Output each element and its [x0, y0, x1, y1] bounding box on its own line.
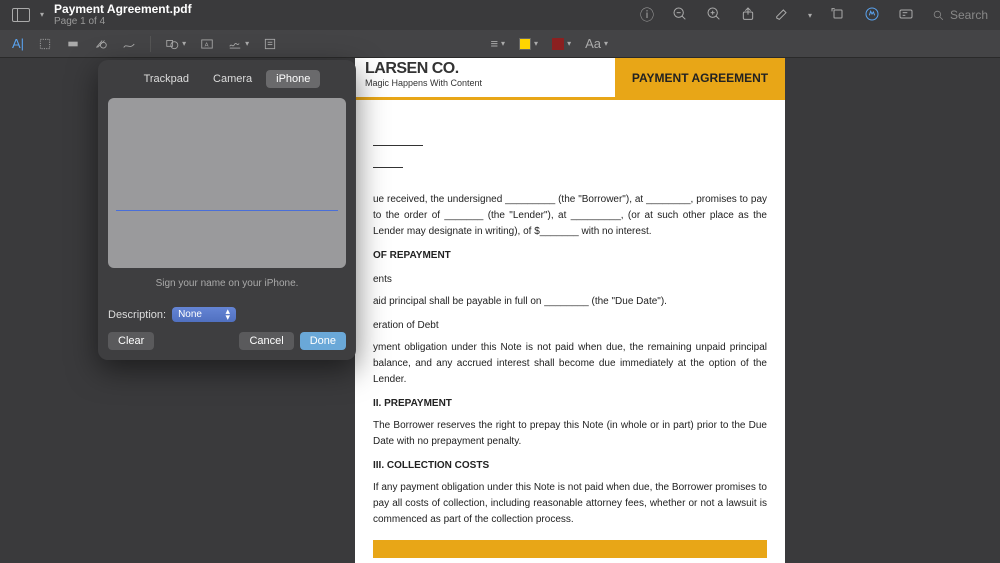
section-1-head: OF REPAYMENT	[373, 248, 767, 264]
clear-button[interactable]: Clear	[108, 332, 154, 350]
sidebar-toggle-icon[interactable]	[12, 8, 30, 22]
company-tagline: Magic Happens With Content	[365, 78, 605, 88]
section-2-text: The Borrower reserves the right to prepa…	[373, 418, 767, 450]
description-label: Description:	[108, 309, 166, 321]
section-3-text: If any payment obligation under this Not…	[373, 480, 767, 528]
sub-1b-text: yment obligation under this Note is not …	[373, 340, 767, 388]
text-box-tool-icon[interactable]: A	[200, 37, 214, 51]
chevron-down-icon[interactable]: ▾	[40, 10, 44, 19]
signature-panel: Trackpad Camera iPhone Sign your name on…	[98, 60, 356, 360]
text-tool-icon[interactable]: A|	[12, 36, 24, 51]
separator	[150, 36, 151, 52]
pdf-page: LARSEN CO. Magic Happens With Content PA…	[355, 58, 785, 563]
sketch-tool-icon[interactable]	[122, 37, 136, 51]
markup-toolbar: A| ▾ A ▾ ≡ ▾ ▾ ▾ Aa ▾	[0, 30, 1000, 58]
document-title: PAYMENT AGREEMENT	[615, 58, 785, 97]
signature-hint: Sign your name on your iPhone.	[106, 278, 348, 289]
line-style-icon[interactable]: ≡ ▾	[490, 36, 505, 51]
top-toolbar: ▾ Payment Agreement.pdf Page 1 of 4 ⓘ ▾	[0, 0, 1000, 30]
stroke-color-icon[interactable]: ▾	[519, 38, 538, 50]
redact-tool-icon[interactable]	[66, 37, 80, 51]
loupe-tool-icon[interactable]	[94, 37, 108, 51]
description-value: None	[178, 309, 202, 320]
intro-text: ue received, the undersigned _________ (…	[373, 192, 767, 240]
shapes-tool-icon[interactable]: ▾	[165, 37, 186, 51]
svg-text:A: A	[205, 42, 209, 48]
orange-divider	[373, 540, 767, 558]
cancel-button[interactable]: Cancel	[239, 332, 293, 350]
toolbar-right: ⓘ ▾ Search	[640, 5, 988, 25]
tab-trackpad[interactable]: Trackpad	[134, 70, 199, 88]
fill-color-icon[interactable]: ▾	[552, 38, 571, 50]
sub-1a: ents	[373, 272, 767, 288]
chevron-down-icon[interactable]: ▾	[808, 11, 812, 20]
description-select[interactable]: None ▴▾	[172, 307, 236, 322]
description-row: Description: None ▴▾	[106, 307, 348, 322]
page-indicator: Page 1 of 4	[54, 16, 192, 28]
section-2-head: II. PREPAYMENT	[373, 396, 767, 412]
file-title: Payment Agreement.pdf	[54, 2, 192, 16]
font-style-icon[interactable]: Aa ▾	[585, 36, 608, 51]
signature-baseline	[116, 210, 338, 211]
company-name: LARSEN CO.	[365, 60, 605, 78]
signature-tabs: Trackpad Camera iPhone	[106, 70, 348, 88]
select-arrows-icon: ▴▾	[226, 309, 231, 320]
done-button[interactable]: Done	[300, 332, 346, 350]
toolbar-left: ▾ Payment Agreement.pdf Page 1 of 4	[12, 2, 192, 28]
zoom-out-icon[interactable]	[672, 6, 688, 25]
select-tool-icon[interactable]	[38, 37, 52, 51]
file-info: Payment Agreement.pdf Page 1 of 4	[54, 2, 192, 28]
sub-1a-text: aid principal shall be payable in full o…	[373, 294, 767, 310]
signature-canvas[interactable]	[108, 98, 346, 268]
sub-1b: eration of Debt	[373, 318, 767, 334]
info-icon[interactable]: ⓘ	[640, 5, 654, 25]
pdf-body: ue received, the undersigned _________ (…	[355, 100, 785, 563]
rotate-icon[interactable]	[830, 6, 846, 25]
markup-icon[interactable]	[864, 6, 880, 25]
section-3-head: III. COLLECTION COSTS	[373, 458, 767, 474]
form-icon[interactable]	[898, 6, 914, 25]
zoom-in-icon[interactable]	[706, 6, 722, 25]
signature-buttons: Clear Cancel Done	[106, 332, 348, 350]
pdf-header: LARSEN CO. Magic Happens With Content PA…	[355, 58, 785, 100]
share-icon[interactable]	[740, 6, 756, 25]
pdf-company-block: LARSEN CO. Magic Happens With Content	[355, 58, 615, 97]
note-tool-icon[interactable]	[263, 37, 277, 51]
highlighter-icon[interactable]	[774, 6, 790, 25]
sign-tool-icon[interactable]: ▾	[228, 37, 249, 51]
tab-camera[interactable]: Camera	[203, 70, 262, 88]
tab-iphone[interactable]: iPhone	[266, 70, 320, 88]
search-placeholder: Search	[950, 8, 988, 22]
search-box[interactable]: Search	[932, 8, 988, 22]
